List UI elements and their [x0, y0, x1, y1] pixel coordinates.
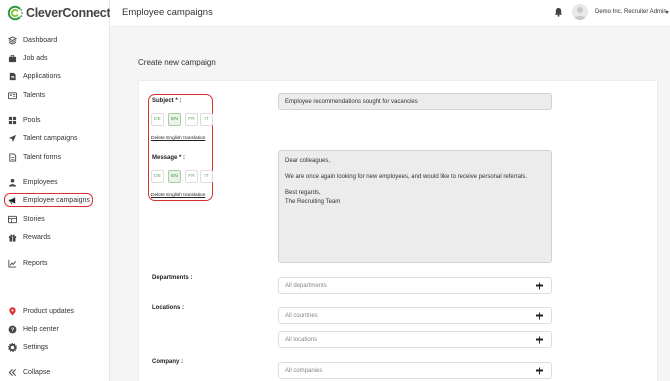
sidebar-item-talent-campaigns[interactable]: Talent campaigns — [0, 129, 110, 147]
layers-icon — [7, 35, 17, 45]
briefcase-icon — [7, 53, 17, 63]
sidebar-item-dashboard[interactable]: Dashboard — [0, 31, 110, 49]
megaphone-icon — [7, 195, 17, 205]
plus-icon[interactable] — [536, 282, 543, 289]
locations-placeholder: All locations — [285, 336, 318, 343]
message-delete-translation-link[interactable]: Delete English translation — [151, 193, 205, 198]
countries-select[interactable]: All countries — [278, 307, 552, 324]
translation-highlight — [148, 94, 213, 201]
sidebar-item-talents[interactable]: Talents — [0, 86, 110, 104]
double-chevron-left-icon — [7, 367, 17, 377]
subject-lang-fr[interactable]: FR — [185, 113, 198, 126]
sidebar-item-talent-forms[interactable]: Talent forms — [0, 148, 110, 166]
message-line: Dear colleagues, — [285, 158, 331, 164]
sidebar-item-label: Rewards — [23, 233, 51, 241]
sidebar: CleverConnect Dashboard Job ads Applicat… — [0, 0, 111, 381]
sidebar-item-label: Applications — [23, 72, 61, 80]
svg-text:?: ? — [10, 327, 14, 333]
departments-placeholder: All departments — [285, 282, 327, 289]
gift-icon — [7, 232, 17, 242]
message-lang-fr[interactable]: FR — [185, 170, 198, 183]
subject-lang-de[interactable]: DE — [151, 113, 164, 126]
sidebar-item-job-ads[interactable]: Job ads — [0, 49, 110, 67]
sidebar-item-product-updates[interactable]: Product updates — [0, 302, 110, 320]
message-line: Best regards, — [285, 190, 321, 196]
document-icon — [7, 71, 17, 81]
sidebar-item-label: Employee campaigns — [23, 196, 90, 204]
company-label: Company : — [152, 359, 184, 365]
message-lang-en[interactable]: EN — [168, 170, 181, 183]
help-icon: ? — [7, 324, 17, 334]
chart-icon — [7, 258, 17, 268]
countries-placeholder: All countries — [285, 312, 318, 319]
sidebar-item-label: Talent campaigns — [23, 134, 78, 142]
sidebar-item-employees[interactable]: Employees — [0, 173, 110, 191]
sidebar-item-pools[interactable]: Pools — [0, 111, 110, 129]
message-line: We are once again looking for new employ… — [285, 174, 528, 180]
subject-label: Subject * : — [152, 98, 182, 104]
sidebar-item-employee-campaigns[interactable]: Employee campaigns — [0, 191, 110, 209]
sidebar-item-reports[interactable]: Reports — [0, 254, 110, 272]
sidebar-item-label: Pools — [23, 116, 41, 124]
departments-label: Departments : — [152, 275, 193, 281]
bell-icon[interactable] — [554, 7, 563, 17]
brand-name: CleverConnect — [26, 6, 111, 20]
sidebar-item-collapse[interactable]: Collapse — [0, 363, 110, 381]
departments-select[interactable]: All departments — [278, 277, 552, 294]
page-title: Employee campaigns — [122, 7, 213, 18]
sidebar-item-label: Employees — [23, 178, 58, 186]
form-icon — [7, 152, 17, 162]
sidebar-item-label: Stories — [23, 215, 45, 223]
plus-icon[interactable] — [536, 367, 543, 374]
message-label: Message * : — [152, 155, 186, 161]
sidebar-item-label: Reports — [23, 259, 48, 267]
subject-lang-en[interactable]: EN — [168, 113, 181, 126]
sidebar-item-label: Talent forms — [23, 153, 62, 161]
subject-input[interactable]: Employee recommendations sought for vaca… — [278, 93, 552, 110]
sidebar-item-label: Help center — [23, 325, 59, 333]
sidebar-item-help-center[interactable]: ? Help center — [0, 320, 110, 338]
brand-logo[interactable]: CleverConnect — [6, 3, 111, 23]
sidebar-item-applications[interactable]: Applications — [0, 67, 110, 85]
gear-icon — [7, 342, 17, 352]
locations-select[interactable]: All locations — [278, 331, 552, 348]
sidebar-item-label: Talents — [23, 91, 46, 99]
top-header: Employee campaigns Demo Inc. Recruiter A… — [110, 0, 670, 27]
user-name[interactable]: Demo Inc. Recruiter Admin — [595, 9, 667, 15]
plus-icon[interactable] — [536, 336, 543, 343]
plus-icon[interactable] — [536, 312, 543, 319]
subject-delete-translation-link[interactable]: Delete English translation — [151, 136, 205, 141]
sidebar-item-label: Job ads — [23, 54, 48, 62]
send-icon — [7, 133, 17, 143]
message-textarea[interactable]: Dear colleagues, We are once again looki… — [278, 150, 552, 263]
grid-icon — [7, 115, 17, 125]
locations-label: Locations : — [152, 305, 185, 311]
company-select[interactable]: All companies — [278, 362, 552, 379]
section-title: Create new campaign — [138, 58, 216, 67]
sidebar-item-label: Dashboard — [23, 36, 58, 44]
subject-lang-it[interactable]: IT — [200, 113, 213, 126]
sidebar-item-settings[interactable]: Settings — [0, 338, 110, 356]
cleverconnect-logo-icon — [7, 5, 24, 21]
message-line: The Recruiting Team — [285, 199, 341, 205]
sidebar-item-rewards[interactable]: Rewards — [0, 228, 110, 246]
company-placeholder: All companies — [285, 367, 323, 374]
avatar[interactable] — [572, 4, 588, 20]
sidebar-item-label: Product updates — [23, 307, 74, 315]
stories-icon — [7, 214, 17, 224]
sidebar-item-stories[interactable]: Stories — [0, 210, 110, 228]
id-card-icon — [7, 90, 17, 100]
message-lang-de[interactable]: DE — [151, 170, 164, 183]
sidebar-item-label: Collapse — [23, 368, 51, 376]
person-icon — [7, 177, 17, 187]
message-lang-it[interactable]: IT — [200, 170, 213, 183]
sidebar-item-label: Settings — [23, 343, 49, 351]
chevron-down-icon[interactable] — [665, 11, 669, 14]
pin-icon — [7, 306, 17, 316]
